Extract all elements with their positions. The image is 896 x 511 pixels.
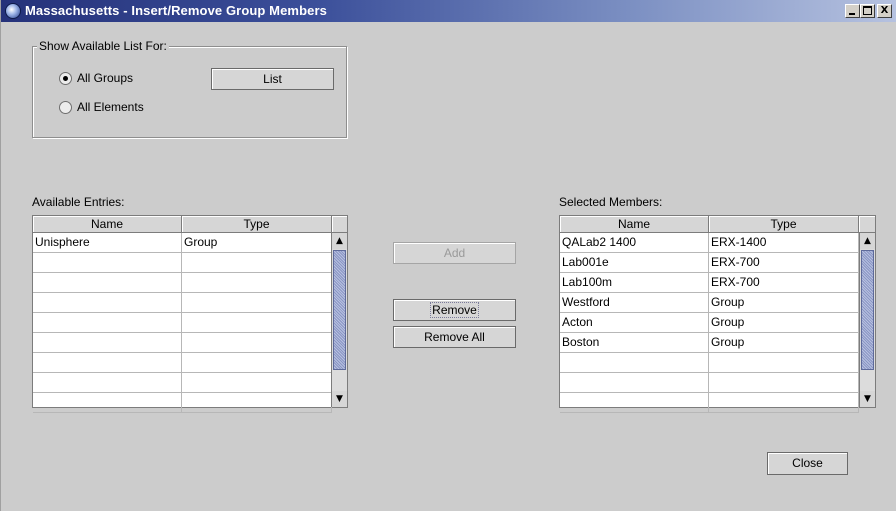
- table-row[interactable]: [560, 373, 859, 393]
- radio-all-groups-label[interactable]: All Groups: [77, 71, 133, 85]
- radio-all-groups[interactable]: [59, 72, 72, 85]
- cell-type: ERX-700: [709, 273, 859, 292]
- cell-type: Group: [709, 313, 859, 332]
- cell-type: Group: [709, 293, 859, 312]
- column-header-name[interactable]: Name: [560, 216, 709, 232]
- cell-name: Lab001e: [560, 253, 709, 272]
- cell-type: [709, 353, 859, 372]
- cell-type: [182, 333, 332, 352]
- close-icon: X: [880, 5, 889, 16]
- cell-name: [33, 293, 182, 312]
- maximize-icon: [863, 6, 872, 15]
- radio-all-elements-label[interactable]: All Elements: [77, 100, 144, 114]
- column-header-type[interactable]: Type: [182, 216, 332, 232]
- add-button[interactable]: Add: [393, 242, 516, 264]
- table-row[interactable]: Lab001e ERX-700: [560, 253, 859, 273]
- window-title: Massachusetts - Insert/Remove Group Memb…: [25, 3, 327, 18]
- remove-button-label: Remove: [430, 302, 479, 318]
- cell-name: [33, 273, 182, 292]
- table-row[interactable]: [33, 373, 332, 393]
- radio-all-elements[interactable]: [59, 101, 72, 114]
- table-row[interactable]: [33, 353, 332, 373]
- close-button[interactable]: Close: [767, 452, 848, 475]
- available-table-header: Name Type: [33, 216, 347, 233]
- column-header-name[interactable]: Name: [33, 216, 182, 232]
- scroll-up-arrow-icon[interactable]: ▲: [332, 233, 347, 249]
- cell-name: [33, 393, 182, 412]
- cell-name: Lab100m: [560, 273, 709, 292]
- maximize-button[interactable]: [860, 4, 875, 18]
- cell-name: [560, 353, 709, 372]
- cell-name: [33, 253, 182, 272]
- table-row[interactable]: [560, 393, 859, 413]
- selected-scrollbar[interactable]: ▲ ▼: [859, 233, 875, 407]
- cell-name: Unisphere: [33, 233, 182, 252]
- cell-type: [182, 313, 332, 332]
- available-entries-label: Available Entries:: [32, 195, 125, 209]
- remove-all-button[interactable]: Remove All: [393, 326, 516, 348]
- table-row[interactable]: Unisphere Group: [33, 233, 332, 253]
- minimize-icon: [849, 13, 855, 15]
- table-row[interactable]: [33, 313, 332, 333]
- list-button[interactable]: List: [211, 68, 334, 90]
- scroll-down-arrow-icon[interactable]: ▼: [860, 391, 875, 407]
- title-bar[interactable]: Massachusetts - Insert/Remove Group Memb…: [1, 0, 896, 22]
- show-available-legend: Show Available List For:: [37, 39, 169, 53]
- cell-type: Group: [182, 233, 332, 252]
- cell-name: Boston: [560, 333, 709, 352]
- cell-type: [182, 273, 332, 292]
- cell-name: QALab2 1400: [560, 233, 709, 252]
- cell-type: [182, 253, 332, 272]
- scroll-up-arrow-icon[interactable]: ▲: [860, 233, 875, 249]
- cell-name: [33, 313, 182, 332]
- cell-type: ERX-700: [709, 253, 859, 272]
- cell-name: Acton: [560, 313, 709, 332]
- selected-members-table: Name Type QALab2 1400 ERX-1400 Lab001e ERX-…: [559, 215, 876, 413]
- scrollbar-thumb[interactable]: [333, 250, 346, 370]
- available-scrollbar[interactable]: ▲ ▼: [331, 233, 347, 407]
- table-row[interactable]: [560, 353, 859, 373]
- app-globe-icon: [5, 3, 21, 19]
- table-row[interactable]: Lab100m ERX-700: [560, 273, 859, 293]
- cell-type: [709, 373, 859, 392]
- column-header-type[interactable]: Type: [709, 216, 859, 232]
- cell-type: [182, 353, 332, 372]
- header-corner: [332, 216, 347, 232]
- table-row[interactable]: Boston Group: [560, 333, 859, 353]
- show-available-groupbox: [32, 46, 347, 138]
- table-row[interactable]: [33, 333, 332, 353]
- table-row[interactable]: [33, 393, 332, 413]
- table-row[interactable]: [33, 293, 332, 313]
- cell-type: [182, 373, 332, 392]
- minimize-button[interactable]: [845, 4, 860, 18]
- cell-type: [182, 293, 332, 312]
- table-row[interactable]: QALab2 1400 ERX-1400: [560, 233, 859, 253]
- cell-name: [560, 393, 709, 412]
- table-row[interactable]: [33, 273, 332, 293]
- cell-type: ERX-1400: [709, 233, 859, 252]
- cell-name: [33, 373, 182, 392]
- selected-table-header: Name Type: [560, 216, 875, 233]
- scrollbar-thumb[interactable]: [861, 250, 874, 370]
- table-row[interactable]: Westford Group: [560, 293, 859, 313]
- cell-type: Group: [709, 333, 859, 352]
- table-row[interactable]: Acton Group: [560, 313, 859, 333]
- header-corner: [859, 216, 875, 232]
- selected-members-label: Selected Members:: [559, 195, 663, 209]
- cell-name: [33, 353, 182, 372]
- scroll-down-arrow-icon[interactable]: ▼: [332, 391, 347, 407]
- table-row[interactable]: [33, 253, 332, 273]
- cell-type: [182, 393, 332, 412]
- dialog-window: Massachusetts - Insert/Remove Group Memb…: [0, 0, 896, 511]
- cell-name: [560, 373, 709, 392]
- cell-name: [33, 333, 182, 352]
- available-entries-table: Name Type Unisphere Group ▲ ▼: [32, 215, 348, 413]
- cell-name: Westford: [560, 293, 709, 312]
- close-window-button[interactable]: X: [877, 4, 892, 18]
- remove-button[interactable]: Remove: [393, 299, 516, 321]
- cell-type: [709, 393, 859, 412]
